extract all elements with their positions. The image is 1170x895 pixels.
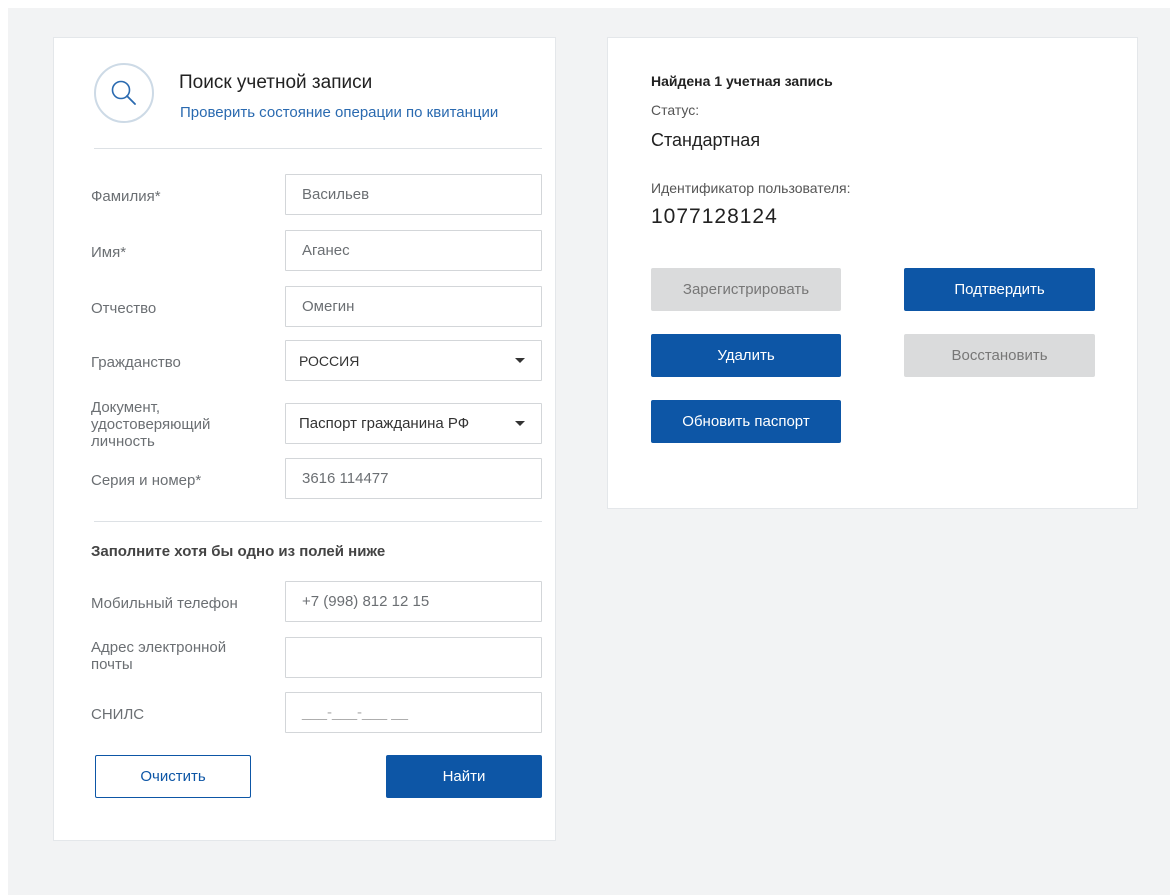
confirm-button[interactable]: Подтвердить: [904, 268, 1095, 311]
patronymic-input[interactable]: Омегин: [285, 286, 542, 327]
document-value: Паспорт гражданина РФ: [299, 415, 470, 432]
first-name-label: Имя*: [91, 244, 127, 261]
email-label: Адрес электронной почты: [91, 639, 227, 673]
search-result-card: Найдена 1 учетная запись Статус: Стандар…: [607, 37, 1138, 509]
form-title: Поиск учетной записи: [179, 72, 373, 93]
register-button[interactable]: Зарегистрировать: [651, 268, 841, 311]
divider: [94, 148, 542, 149]
found-count-text: Найдена 1 учетная запись: [651, 73, 833, 89]
document-select[interactable]: Паспорт гражданина РФ: [285, 403, 542, 444]
series-number-label: Серия и номер*: [91, 472, 202, 489]
snils-input[interactable]: ___-___-___ __: [285, 692, 542, 733]
citizenship-select[interactable]: РОССИЯ: [285, 340, 542, 381]
document-label: Документ, удостоверяющий личность: [91, 399, 211, 450]
check-receipt-link[interactable]: Проверить состояние операции по квитанци…: [180, 104, 498, 121]
status-label: Статус:: [651, 102, 700, 118]
email-input[interactable]: [285, 637, 542, 678]
caret-down-icon: [515, 421, 525, 426]
status-value: Стандартная: [651, 130, 761, 150]
phone-input[interactable]: +7 (998) 812 12 15: [285, 581, 542, 622]
clear-button[interactable]: Очистить: [95, 755, 251, 798]
last-name-input[interactable]: Васильев: [285, 174, 542, 215]
delete-button[interactable]: Удалить: [651, 334, 841, 377]
user-id-label: Идентификатор пользователя:: [651, 180, 851, 196]
divider: [94, 521, 542, 522]
update-passport-button[interactable]: Обновить паспорт: [651, 400, 841, 443]
caret-down-icon: [515, 358, 525, 363]
citizenship-label: Гражданство: [91, 354, 181, 371]
optional-fields-title: Заполните хотя бы одно из полей ниже: [91, 543, 386, 560]
citizenship-value: РОССИЯ: [299, 352, 360, 369]
search-form-card: Поиск учетной записи Проверить состояние…: [53, 37, 556, 841]
search-icon: [94, 63, 154, 123]
phone-label: Мобильный телефон: [91, 595, 238, 612]
last-name-label: Фамилия*: [91, 188, 161, 205]
find-button[interactable]: Найти: [386, 755, 542, 798]
user-id-value: 1077128124: [651, 205, 778, 228]
patronymic-label: Отчество: [91, 300, 157, 317]
restore-button[interactable]: Восстановить: [904, 334, 1095, 377]
first-name-input[interactable]: Аганес: [285, 230, 542, 271]
series-number-input[interactable]: 3616 114477: [285, 458, 542, 499]
snils-label: СНИЛС: [91, 706, 145, 723]
